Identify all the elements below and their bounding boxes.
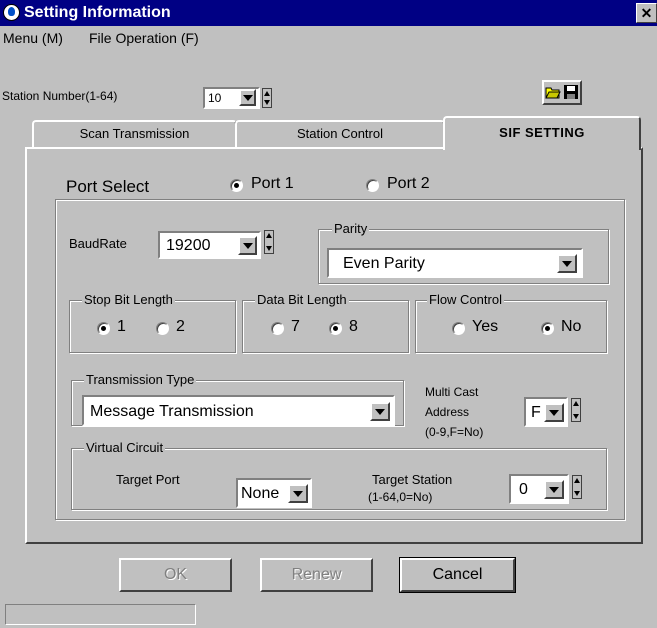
title-bar: Setting Information ✕ [0,0,657,26]
renew-button[interactable]: Renew [260,558,373,592]
virtual-circuit-label: Virtual Circuit [84,440,166,455]
data-bit-8-radio[interactable] [329,322,342,335]
target-port-combo[interactable]: None [236,478,312,508]
stop-bit-label: Stop Bit Length [82,292,175,307]
parity-label: Parity [332,221,370,236]
transmission-type-label: Transmission Type [84,372,197,387]
chevron-down-icon[interactable] [239,89,256,106]
data-bit-label: Data Bit Length [255,292,349,307]
floppy-disk-icon[interactable] [563,84,579,100]
chevron-down-icon[interactable] [238,236,257,255]
flow-yes-label: Yes [472,318,499,335]
data-bit-8-label: 8 [349,318,358,335]
data-bit-7-radio[interactable] [271,322,284,335]
transmission-type-combo[interactable]: Message Transmission [82,395,395,426]
transmission-type-value: Message Transmission [90,403,254,420]
baudrate-value: 19200 [166,237,211,254]
target-port-value: None [241,485,280,502]
port1-radio[interactable] [230,179,243,192]
window-title: Setting Information [24,4,171,21]
stop-bit-1-radio[interactable] [97,322,110,335]
port1-label: Port 1 [251,175,294,192]
menu-item-menu[interactable]: Menu (M) [3,30,63,46]
flow-no-radio[interactable] [541,322,554,335]
parity-combo[interactable]: Even Parity [327,248,583,278]
chevron-down-icon[interactable] [557,254,577,273]
port2-radio[interactable] [366,179,379,192]
stop-bit-2-radio[interactable] [156,322,169,335]
baudrate-combo[interactable]: 19200 [158,231,261,259]
chevron-down-icon[interactable] [370,402,390,421]
flow-control-label: Flow Control [427,292,504,307]
station-number-value: 10 [208,91,222,105]
target-station-label-2: (1-64,0=No) [368,490,433,504]
station-number-spinner[interactable] [262,88,272,108]
multicast-spinner[interactable] [571,398,581,422]
port-select-label: Port Select [66,177,150,196]
multicast-label-1: Multi Cast [425,385,479,399]
data-bit-group [242,300,409,353]
stop-bit-1-label: 1 [117,318,126,335]
chevron-down-icon[interactable] [288,484,308,503]
port2-label: Port 2 [387,175,430,192]
target-port-label: Target Port [116,472,180,487]
baudrate-spinner[interactable] [264,230,274,254]
close-button[interactable]: ✕ [636,3,657,23]
folder-open-icon[interactable] [545,84,561,100]
flow-no-label: No [561,318,582,335]
tab-station-control[interactable]: Station Control [235,120,445,148]
multicast-combo[interactable]: F [524,397,568,427]
data-bit-7-label: 7 [291,318,300,335]
cancel-button[interactable]: Cancel [399,557,516,593]
target-station-value: 0 [519,481,528,498]
info-icon [3,4,20,21]
target-station-combo[interactable]: 0 [509,474,569,504]
multicast-value: F [531,404,541,421]
status-bar [5,604,196,625]
chevron-down-icon[interactable] [544,403,564,422]
tab-sif-setting[interactable]: SIF SETTING [443,116,641,150]
target-station-spinner[interactable] [572,475,582,499]
station-number-combo[interactable]: 10 [203,87,260,109]
target-station-label-1: Target Station [372,472,453,487]
baudrate-label: BaudRate [69,236,127,251]
ok-button[interactable]: OK [119,558,232,592]
tab-scan-transmission[interactable]: Scan Transmission [32,120,237,148]
parity-value: Even Parity [343,255,425,272]
station-number-label: Station Number(1-64) [2,89,118,103]
stop-bit-group [69,300,236,353]
flow-yes-radio[interactable] [452,322,465,335]
multicast-label-2: Address [425,405,470,419]
multicast-label-3: (0-9,F=No) [425,425,484,439]
menu-item-file-operation[interactable]: File Operation (F) [89,30,199,46]
chevron-down-icon[interactable] [544,480,564,499]
stop-bit-2-label: 2 [176,318,185,335]
